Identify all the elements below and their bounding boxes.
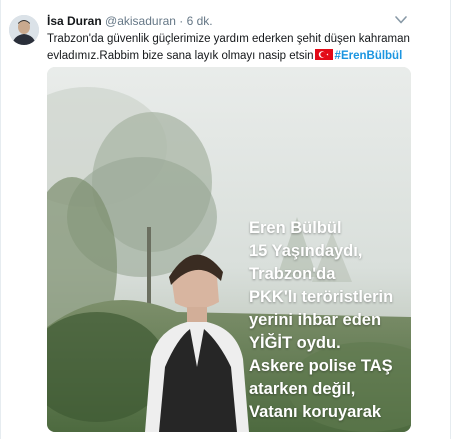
tweet-header: İsa Duran @akisaduran · 6 dk. — [47, 14, 213, 28]
tweet-text-line-2-body: evladımız.Rabbim bize sana layık olmayı … — [47, 50, 314, 62]
author-name[interactable]: İsa Duran — [47, 14, 102, 28]
chevron-down-icon[interactable] — [394, 14, 408, 26]
tweet-card[interactable]: İsa Duran @akisaduran · 6 dk. Trabzon'da… — [0, 0, 451, 439]
overlay-line: Eren Bülbül — [249, 219, 342, 237]
overlay-line: Askere polise TAŞ — [249, 357, 393, 375]
separator-dot: · — [179, 14, 184, 28]
photo-overlay-text: Eren Bülbül 15 Yaşındaydı, Trabzon'da PK… — [249, 217, 411, 424]
tweet-timestamp[interactable]: 6 dk. — [187, 14, 213, 28]
tweet-photo[interactable]: Eren Bülbül 15 Yaşındaydı, Trabzon'da PK… — [47, 67, 411, 432]
tweet-text-line-1: Trabzon'da güvenlik güçlerimize yardım e… — [47, 33, 410, 45]
tweet-text: Trabzon'da güvenlik güçlerimize yardım e… — [47, 31, 410, 65]
overlay-line: YİĞİT oydu. — [249, 334, 341, 352]
overlay-line: yerini ihbar eden — [249, 311, 382, 329]
tweet-text-line-2: evladımız.Rabbim bize sana layık olmayı … — [47, 48, 402, 65]
turkey-flag-icon — [314, 49, 333, 60]
hashtag-link[interactable]: #ErenBülbül — [335, 50, 403, 62]
overlay-line: Vatanı koruyarak — [249, 403, 382, 421]
overlay-line: 15 Yaşındaydı, — [249, 242, 363, 260]
avatar[interactable] — [9, 15, 39, 45]
overlay-line: PKK'lı teröristlerin — [249, 288, 394, 306]
author-handle[interactable]: @akisaduran — [105, 14, 176, 28]
overlay-line: Trabzon'da — [249, 265, 336, 283]
overlay-line: atarken değil, — [249, 380, 356, 398]
